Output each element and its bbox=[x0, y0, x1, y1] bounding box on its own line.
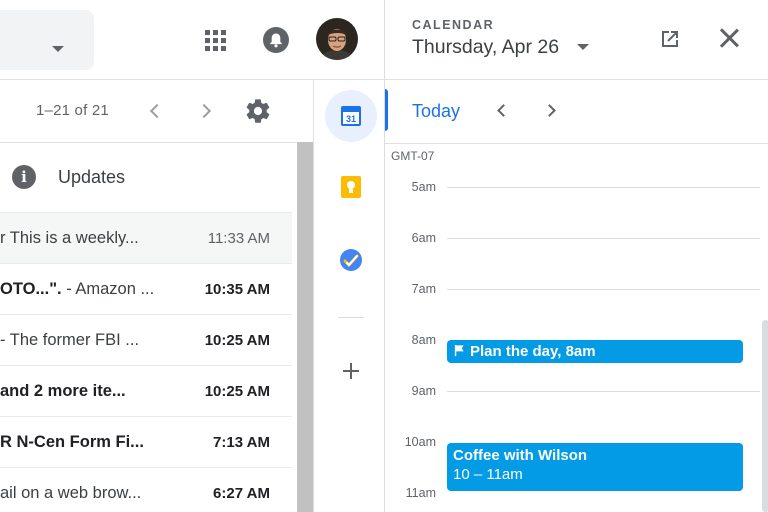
hour-line bbox=[447, 238, 760, 239]
mail-subject: OTO...". - Amazon ... bbox=[0, 280, 190, 299]
keep-icon[interactable] bbox=[325, 161, 377, 213]
calendar-day-number: 31 bbox=[346, 114, 356, 124]
top-header bbox=[0, 0, 384, 80]
avatar[interactable] bbox=[316, 18, 358, 60]
mail-subject: r This is a weekly... bbox=[0, 229, 139, 247]
category-header[interactable] bbox=[0, 142, 296, 212]
flag-icon bbox=[454, 344, 464, 357]
hour-slot[interactable]: 7am bbox=[385, 282, 768, 333]
search-options-caret-icon[interactable] bbox=[52, 46, 64, 52]
open-in-new-icon[interactable] bbox=[659, 28, 681, 50]
mail-row[interactable]: - The former FBI ... 10:25 AM bbox=[0, 314, 292, 365]
mail-time: 7:13 AM bbox=[213, 434, 270, 451]
calendar-scrollbar[interactable] bbox=[762, 320, 768, 512]
mail-row[interactable]: and 2 more ite... 10:25 AM bbox=[0, 365, 292, 416]
search-bar[interactable] bbox=[0, 10, 94, 70]
mail-subject-bold: R N-Cen Form Fi... bbox=[0, 433, 144, 451]
mail-subject: R N-Cen Form Fi... bbox=[0, 433, 190, 452]
mail-subject: and 2 more ite... bbox=[0, 382, 190, 401]
panel-app-label: CALENDAR bbox=[412, 18, 495, 32]
info-icon: i bbox=[12, 165, 36, 189]
mail-list: r This is a weekly... 11:33 AM OTO...". … bbox=[0, 212, 292, 512]
hour-slot[interactable]: 6am bbox=[385, 231, 768, 282]
chevron-down-icon[interactable] bbox=[577, 44, 589, 50]
divider bbox=[385, 143, 768, 144]
today-button[interactable]: Today bbox=[412, 101, 460, 122]
tasks-icon[interactable] bbox=[325, 234, 377, 286]
mail-snippet: - Amazon ... bbox=[61, 280, 155, 298]
mail-row[interactable]: r This is a weekly... 11:33 AM bbox=[0, 212, 292, 263]
side-panel: 31 bbox=[313, 80, 385, 512]
hour-line bbox=[447, 187, 760, 188]
hour-line bbox=[447, 391, 760, 392]
mail-time: 6:27 AM bbox=[213, 485, 270, 502]
calendar-icon: 31 bbox=[341, 106, 361, 126]
chevron-right-icon[interactable] bbox=[543, 104, 556, 117]
bell-icon[interactable] bbox=[262, 26, 290, 54]
divider bbox=[385, 79, 768, 80]
mail-row[interactable]: ail on a web brow... 6:27 AM bbox=[0, 467, 292, 512]
side-panel-divider bbox=[338, 317, 364, 318]
mail-subject-bold: and 2 more ite... bbox=[0, 382, 126, 400]
pagination-text: 1–21 of 21 bbox=[36, 102, 109, 119]
hour-label: 7am bbox=[411, 282, 436, 296]
hour-slot[interactable]: 9am bbox=[385, 384, 768, 435]
hour-slot[interactable]: 5am bbox=[385, 180, 768, 231]
hour-line bbox=[447, 289, 760, 290]
calendar-app-button[interactable]: 31 bbox=[325, 90, 377, 142]
event-coffee-with-wilson[interactable]: Coffee with Wilson 10 – 11am bbox=[447, 443, 743, 491]
mail-time: 10:25 AM bbox=[204, 332, 270, 349]
hour-label: 8am bbox=[411, 333, 436, 347]
mail-list-scrollbar[interactable] bbox=[297, 142, 313, 512]
category-label: Updates bbox=[58, 167, 126, 187]
event-time: 10 – 11am bbox=[453, 466, 523, 483]
close-icon[interactable] bbox=[718, 27, 740, 49]
calendar-date-selector[interactable]: Thursday, Apr 26 bbox=[412, 36, 559, 59]
mail-subject: ail on a web brow... bbox=[0, 484, 142, 502]
today-indicator bbox=[385, 89, 388, 131]
mail-subject: - The former FBI ... bbox=[0, 331, 140, 349]
mail-row[interactable]: R N-Cen Form Fi... 7:13 AM bbox=[0, 416, 292, 467]
mail-time: 10:25 AM bbox=[204, 383, 270, 400]
hour-label: 6am bbox=[411, 231, 436, 245]
mail-row[interactable]: OTO...". - Amazon ... 10:35 AM bbox=[0, 263, 292, 314]
apps-grid-icon[interactable] bbox=[204, 29, 226, 51]
hour-label: 11am bbox=[405, 486, 436, 500]
hour-label: 5am bbox=[411, 180, 436, 194]
chevron-left-icon[interactable] bbox=[497, 104, 510, 117]
mail-time: 11:33 AM bbox=[207, 230, 270, 247]
gear-icon[interactable] bbox=[244, 97, 272, 125]
plus-icon[interactable] bbox=[343, 363, 359, 379]
timezone-label: GMT-07 bbox=[391, 149, 435, 163]
calendar-panel: CALENDAR Thursday, Apr 26 Today GMT-07 5… bbox=[384, 0, 768, 512]
event-title: Coffee with Wilson bbox=[453, 447, 588, 464]
event-title: Plan the day, 8am bbox=[470, 343, 596, 360]
event-plan-the-day[interactable]: Plan the day, 8am bbox=[447, 340, 743, 363]
mail-time: 10:35 AM bbox=[204, 281, 270, 298]
mail-subject-bold: OTO...". bbox=[0, 280, 62, 298]
hour-label: 10am bbox=[404, 435, 436, 449]
hour-label: 9am bbox=[411, 384, 436, 398]
